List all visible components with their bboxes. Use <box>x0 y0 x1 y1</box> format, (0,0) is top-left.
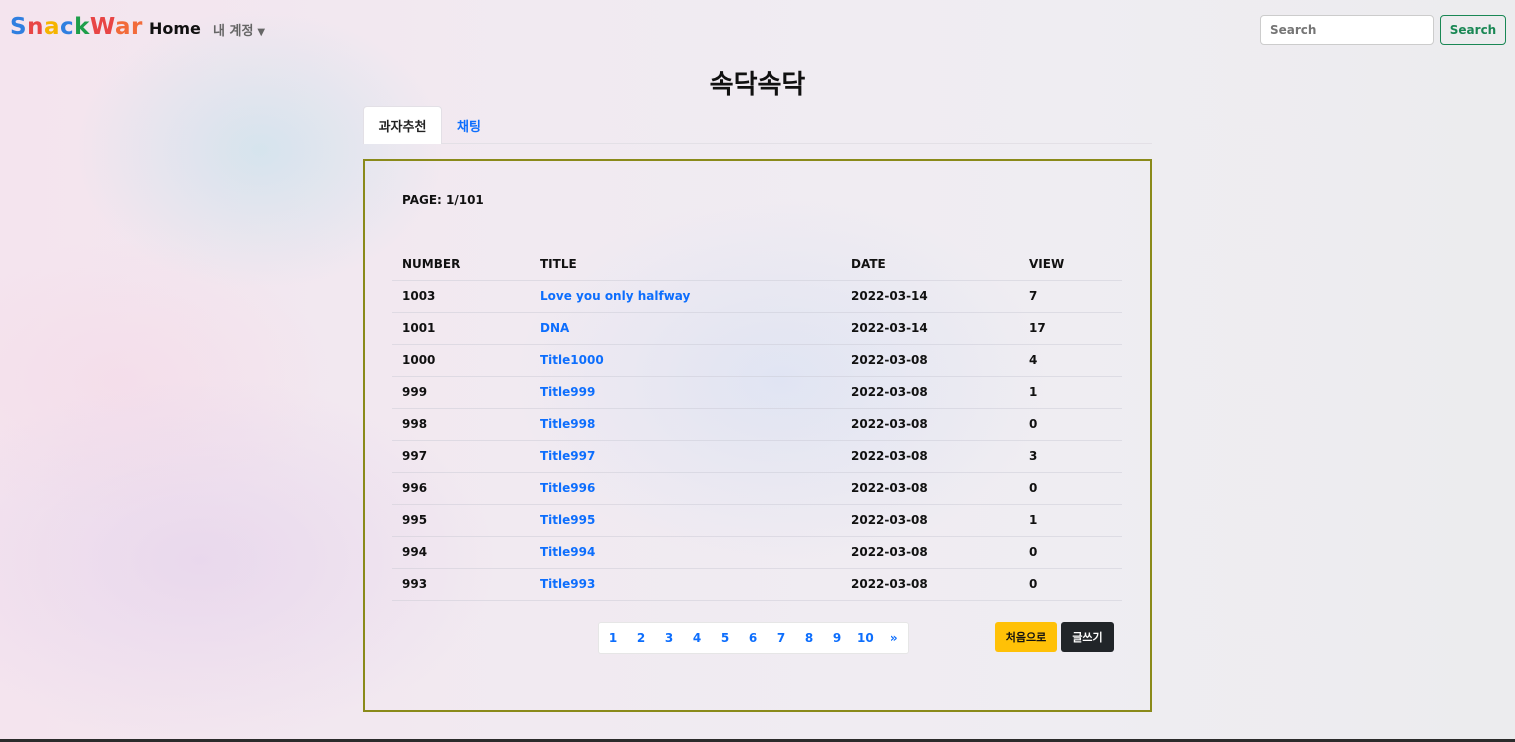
pagination-page[interactable]: 6 <box>739 623 767 653</box>
table-row: 994 Title994 2022-03-08 0 <box>392 536 1122 569</box>
table-row: 1003 Love you only halfway 2022-03-14 7 <box>392 280 1122 313</box>
brand-letter: k <box>74 14 90 40</box>
brand-letter: a <box>43 14 60 40</box>
post-title-link[interactable]: DNA <box>530 312 841 345</box>
caret-down-icon: ▼ <box>257 27 266 38</box>
table-row: 1001 DNA 2022-03-14 17 <box>392 312 1122 345</box>
search-input[interactable] <box>1260 15 1434 45</box>
pagination-page[interactable]: 10 <box>851 623 880 653</box>
post-view-count: 17 <box>1019 312 1122 345</box>
post-number: 997 <box>392 440 530 473</box>
board-panel: PAGE: 1/101 NUMBER TITLE DATE VIEW 1003 L… <box>363 159 1152 712</box>
post-number: 998 <box>392 408 530 441</box>
search-button[interactable]: Search <box>1440 15 1506 45</box>
nav-account-label: 내 계정 <box>213 24 254 39</box>
post-view-count: 4 <box>1019 344 1122 377</box>
brand-letter: c <box>59 14 75 40</box>
post-title-link[interactable]: Title994 <box>530 536 841 569</box>
pagination-page[interactable]: 7 <box>767 623 795 653</box>
navbar: SnackWar Home 내 계정 ▼ Search <box>0 0 1515 58</box>
post-view-count: 0 <box>1019 408 1122 441</box>
post-view-count: 7 <box>1019 280 1122 313</box>
table-row: 996 Title996 2022-03-08 0 <box>392 472 1122 505</box>
pagination-page[interactable]: 8 <box>795 623 823 653</box>
tab-bar: 과자추천 채팅 <box>363 106 1152 144</box>
column-header-number: NUMBER <box>392 249 530 281</box>
column-header-title: TITLE <box>530 249 841 281</box>
post-view-count: 0 <box>1019 536 1122 569</box>
pagination-page[interactable]: 9 <box>823 623 851 653</box>
pagination-page[interactable]: 5 <box>711 623 739 653</box>
post-date: 2022-03-08 <box>841 472 1019 505</box>
post-number: 1003 <box>392 280 530 313</box>
table-header-row: NUMBER TITLE DATE VIEW <box>392 249 1122 281</box>
post-title-link[interactable]: Love you only halfway <box>530 280 841 313</box>
column-header-date: DATE <box>841 249 1019 281</box>
post-title-link[interactable]: Title998 <box>530 408 841 441</box>
post-number: 995 <box>392 504 530 537</box>
post-number: 996 <box>392 472 530 505</box>
post-number: 1001 <box>392 312 530 345</box>
pagination: 1 2 3 4 5 6 7 8 9 10» <box>598 622 909 654</box>
post-title-link[interactable]: Title999 <box>530 376 841 409</box>
table-row: 995 Title995 2022-03-08 1 <box>392 504 1122 537</box>
table-row: 1000 Title1000 2022-03-08 4 <box>392 344 1122 377</box>
brand-letter: n <box>27 14 44 40</box>
post-view-count: 1 <box>1019 504 1122 537</box>
post-date: 2022-03-14 <box>841 280 1019 313</box>
table-row: 997 Title997 2022-03-08 3 <box>392 440 1122 473</box>
post-number: 1000 <box>392 344 530 377</box>
post-title-link[interactable]: Title997 <box>530 440 841 473</box>
post-date: 2022-03-08 <box>841 504 1019 537</box>
first-page-button[interactable]: 처음으로 <box>995 622 1057 652</box>
post-number: 999 <box>392 376 530 409</box>
brand-letter: a <box>114 14 132 40</box>
post-date: 2022-03-08 <box>841 440 1019 473</box>
page-title: 속닥속닥 <box>709 70 806 100</box>
nav-account-dropdown[interactable]: 내 계정 ▼ <box>213 20 265 39</box>
post-view-count: 0 <box>1019 568 1122 601</box>
post-date: 2022-03-08 <box>841 376 1019 409</box>
post-date: 2022-03-08 <box>841 568 1019 601</box>
post-title-link[interactable]: Title1000 <box>530 344 841 377</box>
pagination-page[interactable]: 2 <box>627 623 655 653</box>
brand-letter: S <box>10 14 28 40</box>
post-date: 2022-03-08 <box>841 344 1019 377</box>
post-date: 2022-03-14 <box>841 312 1019 345</box>
post-title-link[interactable]: Title996 <box>530 472 841 505</box>
post-date: 2022-03-08 <box>841 536 1019 569</box>
table-row: 993 Title993 2022-03-08 0 <box>392 568 1122 601</box>
brand-letter: r <box>131 14 143 40</box>
pagination-page[interactable]: 1 <box>599 623 627 653</box>
column-header-view: VIEW <box>1019 249 1122 281</box>
tab-snack-recommend[interactable]: 과자추천 <box>363 106 442 144</box>
post-number: 993 <box>392 568 530 601</box>
post-view-count: 0 <box>1019 472 1122 505</box>
post-view-count: 3 <box>1019 440 1122 473</box>
post-date: 2022-03-08 <box>841 408 1019 441</box>
post-view-count: 1 <box>1019 376 1122 409</box>
post-title-link[interactable]: Title995 <box>530 504 841 537</box>
pagination-page[interactable]: 3 <box>655 623 683 653</box>
page-info: PAGE: 1/101 <box>402 193 484 207</box>
pagination-page[interactable]: 4 <box>683 623 711 653</box>
table-row: 999 Title999 2022-03-08 1 <box>392 376 1122 409</box>
post-table: NUMBER TITLE DATE VIEW 1003 Love you only… <box>392 249 1122 601</box>
table-row: 998 Title998 2022-03-08 0 <box>392 408 1122 441</box>
pagination-next[interactable]: » <box>880 623 908 653</box>
tab-chat[interactable]: 채팅 <box>447 106 491 144</box>
write-post-button[interactable]: 글쓰기 <box>1061 622 1114 652</box>
post-title-link[interactable]: Title993 <box>530 568 841 601</box>
post-number: 994 <box>392 536 530 569</box>
brand-logo[interactable]: SnackWar <box>10 14 143 40</box>
nav-home-link[interactable]: Home <box>149 19 201 38</box>
brand-letter: W <box>89 14 115 40</box>
